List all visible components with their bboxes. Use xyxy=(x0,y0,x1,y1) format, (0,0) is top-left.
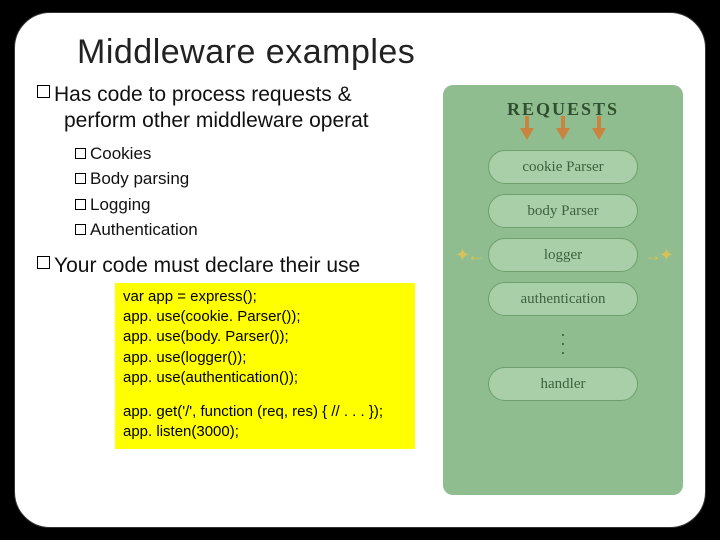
code-line: app. listen(3000); xyxy=(123,422,407,442)
slide-frame: Middleware examples Has code to process … xyxy=(14,12,706,528)
code-line: app. get('/', function (req, res) { // .… xyxy=(123,402,407,422)
checkbox-icon xyxy=(75,173,86,184)
middleware-label: cookie Parser xyxy=(522,159,603,176)
checkbox-icon xyxy=(75,199,86,210)
sub-bullet-label: Body parsing xyxy=(90,166,189,192)
bullet-1-line-1: Has code to process requests & xyxy=(54,83,352,106)
arrow-row xyxy=(520,128,606,140)
code-line: app. use(cookie. Parser()); xyxy=(123,307,407,327)
code-block: var app = express(); app. use(cookie. Pa… xyxy=(115,283,415,449)
checkbox-icon xyxy=(37,256,50,269)
middleware-box: cookie Parser xyxy=(488,150,638,184)
code-blank-line xyxy=(123,388,407,402)
bullet-2-text: Your code must declare their use xyxy=(54,253,360,279)
vertical-dots-icon: ··· xyxy=(560,330,566,357)
middleware-label: body Parser xyxy=(527,203,598,220)
code-line: app. use(authentication()); xyxy=(123,368,407,388)
code-line: app. use(logger()); xyxy=(123,348,407,368)
arrow-down-icon xyxy=(520,128,534,140)
sub-bullet-label: Authentication xyxy=(90,217,198,243)
sparkle-arrow-left-icon: ✦← xyxy=(455,250,482,261)
middleware-label: logger xyxy=(544,247,582,264)
code-line: var app = express(); xyxy=(123,287,407,307)
middleware-box: ✦← →✦ logger xyxy=(488,238,638,272)
middleware-label: handler xyxy=(541,376,586,393)
arrow-down-icon xyxy=(592,128,606,140)
middleware-box: body Parser xyxy=(488,194,638,228)
bullet-1-line-2: perform other middleware operat xyxy=(64,109,369,132)
sub-bullet-label: Cookies xyxy=(90,141,151,167)
code-line: app. use(body. Parser()); xyxy=(123,327,407,347)
checkbox-icon xyxy=(75,224,86,235)
sub-bullet-label: Logging xyxy=(90,192,151,218)
slide-title: Middleware examples xyxy=(77,33,683,72)
middleware-box: handler xyxy=(488,367,638,401)
checkbox-icon xyxy=(75,148,86,159)
sparkle-arrow-right-icon: →✦ xyxy=(644,250,671,261)
middleware-label: authentication xyxy=(521,291,606,308)
middleware-diagram: REQUESTS cookie Parser body Parser ✦← →✦… xyxy=(443,85,683,495)
arrow-down-icon xyxy=(556,128,570,140)
checkbox-icon xyxy=(37,85,50,98)
middleware-box: authentication xyxy=(488,282,638,316)
